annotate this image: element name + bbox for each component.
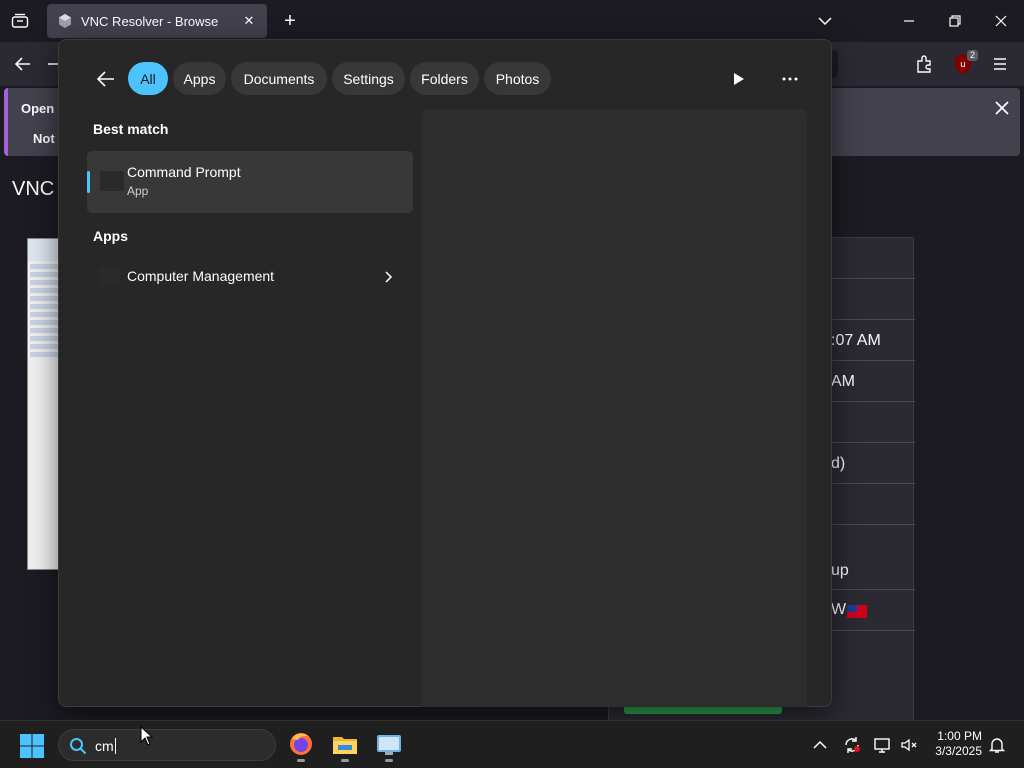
url-bar[interactable] <box>832 50 838 78</box>
action-button-edge[interactable] <box>624 706 782 714</box>
system-clock[interactable]: 1:00 PM 3/3/2025 <box>924 729 982 759</box>
best-match-heading: Best match <box>93 121 169 137</box>
speaker-muted-icon[interactable] <box>899 735 919 755</box>
hamburger-menu-icon[interactable] <box>990 54 1010 74</box>
windows-start-icon[interactable] <box>19 733 45 759</box>
search-input-text[interactable]: cm <box>95 738 116 754</box>
app-result-computer-management[interactable]: Computer Management <box>87 260 413 294</box>
play-icon[interactable] <box>727 68 749 90</box>
firefox-taskbar-icon[interactable] <box>286 729 316 762</box>
clock-date: 3/3/2025 <box>935 744 982 758</box>
filter-folders[interactable]: Folders <box>410 62 479 95</box>
tab-list-icon[interactable] <box>8 10 32 32</box>
clock-time: 1:00 PM <box>937 729 982 743</box>
network-icon[interactable] <box>873 735 893 755</box>
screenshot-thumbnail[interactable] <box>27 238 61 570</box>
vnc-viewer-taskbar-icon[interactable] <box>374 729 404 762</box>
result-preview-pane <box>422 109 807 707</box>
filter-photos[interactable]: Photos <box>484 62 551 95</box>
chevron-up-icon[interactable] <box>810 735 830 755</box>
back-arrow-icon[interactable] <box>95 68 117 90</box>
vnc-favicon-icon <box>57 13 73 29</box>
restore-icon[interactable] <box>943 10 967 32</box>
selection-indicator <box>87 171 90 193</box>
search-icon <box>69 737 87 755</box>
sync-icon[interactable] <box>842 735 862 755</box>
filter-all[interactable]: All <box>128 62 168 95</box>
flag-icon <box>847 605 867 618</box>
text-caret <box>114 738 116 754</box>
mouse-cursor-icon <box>140 725 154 746</box>
table-cell: AM <box>831 373 855 390</box>
chevron-down-icon[interactable] <box>816 12 834 30</box>
browser-tab-bar: VNC Resolver - Browse ✕ + <box>0 0 1024 42</box>
notifications-bell-icon[interactable] <box>987 735 1007 755</box>
chevron-right-icon[interactable] <box>380 269 396 285</box>
table-cell: :07 AM <box>831 332 881 349</box>
ublock-icon[interactable]: u 2 <box>952 50 978 76</box>
filter-documents[interactable]: Documents <box>231 62 327 95</box>
window-close-icon[interactable] <box>989 10 1013 32</box>
extension-badge: 2 <box>966 50 978 61</box>
tab-title: VNC Resolver - Browse <box>81 13 219 29</box>
more-options-icon[interactable] <box>779 68 801 90</box>
browser-tab[interactable]: VNC Resolver - Browse ✕ <box>47 4 267 38</box>
minimize-icon[interactable] <box>897 10 921 32</box>
extensions-icon[interactable] <box>914 54 934 74</box>
taskbar-search-box[interactable]: cm <box>58 729 276 761</box>
filter-apps[interactable]: Apps <box>173 62 226 95</box>
search-flyout: All Apps Documents Settings Folders Phot… <box>58 39 832 707</box>
computer-management-icon <box>97 265 121 289</box>
filter-settings[interactable]: Settings <box>332 62 405 95</box>
best-match-result[interactable]: Command Prompt App <box>87 151 413 213</box>
table-cell: up <box>831 562 849 579</box>
table-cell: d) <box>831 455 846 472</box>
table-cell: W <box>831 601 847 618</box>
new-tab-button[interactable]: + <box>280 10 300 32</box>
result-type: App <box>127 184 149 198</box>
app-name: Computer Management <box>127 268 275 284</box>
notification-close-icon[interactable] <box>992 98 1012 118</box>
apps-heading: Apps <box>93 228 128 244</box>
result-name: Command Prompt <box>127 164 241 180</box>
back-arrow-icon[interactable] <box>12 53 36 75</box>
page-title: VNC <box>12 178 55 200</box>
file-explorer-taskbar-icon[interactable] <box>330 729 360 762</box>
tab-close-icon[interactable]: ✕ <box>241 13 257 29</box>
svg-text:u: u <box>960 60 966 70</box>
command-prompt-icon <box>97 166 127 196</box>
